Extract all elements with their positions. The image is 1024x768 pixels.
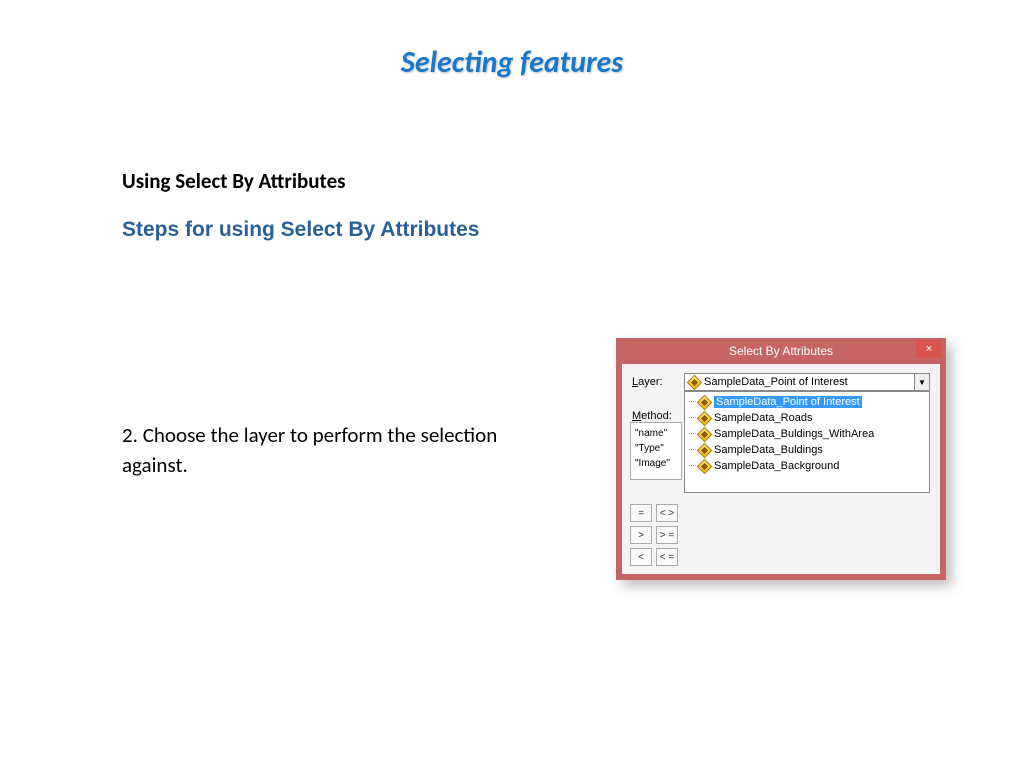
layer-option[interactable]: SampleData_Point of Interest	[685, 394, 929, 410]
dialog-body: Layer: Method: SampleData_Point of Inter…	[622, 364, 940, 574]
select-by-attributes-dialog: Select By Attributes × Layer: Method: Sa…	[616, 338, 946, 580]
layer-icon	[699, 445, 710, 456]
field-item[interactable]: "Type"	[635, 441, 677, 456]
layer-option[interactable]: SampleData_Background	[685, 458, 929, 474]
op-gt-button[interactable]: >	[630, 526, 652, 544]
op-lt-button[interactable]: <	[630, 548, 652, 566]
chevron-down-icon[interactable]: ▼	[914, 374, 929, 390]
method-label: Method:	[632, 410, 672, 422]
layer-combobox[interactable]: SampleData_Point of Interest ▼	[684, 373, 930, 391]
section-heading-1: Using Select By Attributes	[122, 168, 346, 194]
layer-option[interactable]: SampleData_Buldings_WithArea	[685, 426, 929, 442]
op-eq-button[interactable]: =	[630, 504, 652, 522]
layer-icon	[699, 397, 710, 408]
layer-option[interactable]: SampleData_Buldings	[685, 442, 929, 458]
close-button[interactable]: ×	[916, 340, 942, 358]
dialog-titlebar: Select By Attributes ×	[616, 338, 946, 364]
layer-icon	[699, 429, 710, 440]
slide: Selecting features Using Select By Attri…	[0, 0, 1024, 768]
layer-selected-text: SampleData_Point of Interest	[704, 376, 848, 388]
layer-icon	[689, 377, 700, 388]
layer-icon	[699, 461, 710, 472]
layer-option[interactable]: SampleData_Roads	[685, 410, 929, 426]
operator-buttons: = < > > > = < < =	[630, 504, 678, 570]
section-heading-2: Steps for using Select By Attributes	[122, 218, 479, 242]
layer-label: Layer:	[632, 376, 663, 388]
op-gte-button[interactable]: > =	[656, 526, 678, 544]
step-text: 2. Choose the layer to perform the selec…	[122, 420, 522, 481]
field-item[interactable]: "name"	[635, 426, 677, 441]
fields-listbox[interactable]: "name" "Type" "Image"	[630, 422, 682, 480]
slide-title: Selecting features	[0, 44, 1024, 81]
layer-icon	[699, 413, 710, 424]
layer-dropdown-list: SampleData_Point of Interest SampleData_…	[684, 391, 930, 493]
dialog-title: Select By Attributes	[616, 338, 946, 364]
op-neq-button[interactable]: < >	[656, 504, 678, 522]
field-item[interactable]: "Image"	[635, 456, 677, 471]
op-lte-button[interactable]: < =	[656, 548, 678, 566]
